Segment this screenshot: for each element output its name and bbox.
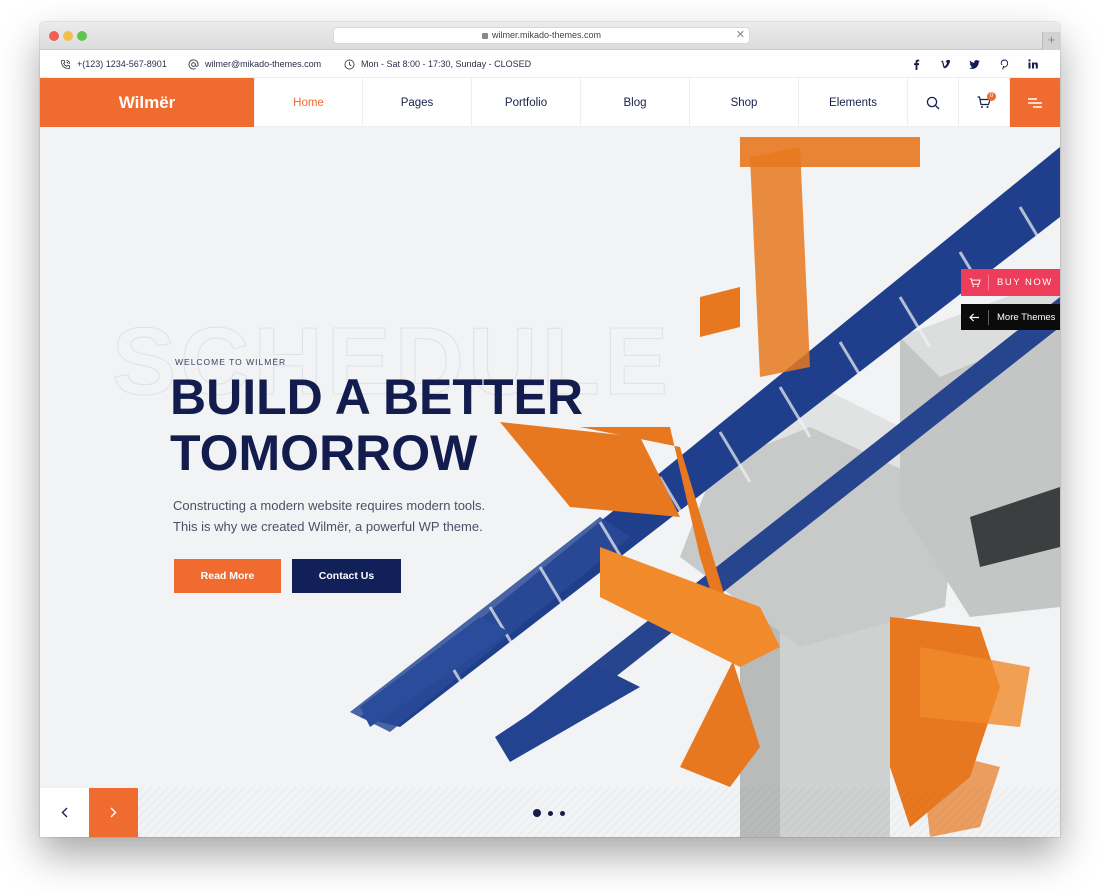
search-icon <box>926 96 940 109</box>
slide-dot-2[interactable] <box>548 810 553 816</box>
next-slide-button[interactable] <box>89 788 138 837</box>
description-line-2: This is why we created Wilmër, a powerfu… <box>173 519 483 534</box>
arrow-left-icon <box>961 309 989 325</box>
nav-item-pages[interactable]: Pages <box>363 78 472 127</box>
close-icon[interactable]: ✕ <box>736 28 745 43</box>
phone-number: +(123) 1234-567-8901 <box>77 59 167 69</box>
buy-now-button[interactable]: BUY NOW <box>961 269 1060 296</box>
previous-slide-button[interactable] <box>40 788 89 837</box>
twitter-icon[interactable] <box>967 50 981 78</box>
hero-eyebrow: WELCOME TO WILMËR <box>175 357 287 367</box>
main-navigation: Wilmër Home Pages Portfolio Blog Shop El… <box>40 78 1060 127</box>
hero-slider: SCHEDULE WELCOME TO WILMËR BUILD A BETTE… <box>40 127 1060 837</box>
contact-us-button[interactable]: Contact Us <box>292 559 401 593</box>
nav-item-portfolio[interactable]: Portfolio <box>472 78 581 127</box>
opening-hours: Mon - Sat 8:00 - 17:30, Sunday - CLOSED <box>361 59 532 69</box>
slide-pagination <box>533 809 565 817</box>
url-text: wilmer.mikado-themes.com <box>491 30 602 40</box>
headline-line-1: BUILD A BETTER <box>170 369 583 425</box>
facebook-icon[interactable] <box>909 50 923 78</box>
new-tab-button[interactable]: + <box>1042 32 1060 50</box>
buy-now-label: BUY NOW <box>997 277 1053 288</box>
nav-item-home[interactable]: Home <box>254 78 363 127</box>
top-info-bar: +(123) 1234-567-8901 wilmer@mikado-theme… <box>40 50 1060 78</box>
more-themes-button[interactable]: More Themes <box>961 304 1060 330</box>
pinterest-icon[interactable] <box>997 50 1011 78</box>
more-themes-label: More Themes <box>997 311 1056 323</box>
hero-description: Constructing a modern website requires m… <box>173 495 485 537</box>
email-address: wilmer@mikado-themes.com <box>205 59 322 69</box>
cart-count-badge: 0 <box>987 92 996 101</box>
lock-icon <box>481 33 488 39</box>
hours-info: Mon - Sat 8:00 - 17:30, Sunday - CLOSED <box>344 50 531 78</box>
cart-button[interactable]: 0 <box>959 78 1010 127</box>
close-window-button[interactable] <box>49 31 59 41</box>
browser-window: wilmer.mikado-themes.com ✕ + +(123) 1234… <box>40 22 1060 837</box>
menu-icon <box>1028 97 1042 108</box>
vimeo-icon[interactable] <box>938 50 952 78</box>
at-icon <box>188 58 199 70</box>
read-more-button[interactable]: Read More <box>174 559 281 593</box>
side-menu-button[interactable] <box>1010 78 1060 127</box>
phone-icon <box>60 59 71 70</box>
search-button[interactable] <box>908 78 959 127</box>
zoom-window-button[interactable] <box>77 31 87 41</box>
hero-headline: BUILD A BETTER TOMORROW <box>170 369 583 481</box>
slide-dot-1[interactable] <box>533 809 541 817</box>
cart-icon <box>961 275 989 290</box>
phone-info[interactable]: +(123) 1234-567-8901 <box>60 50 167 78</box>
email-info[interactable]: wilmer@mikado-themes.com <box>188 50 321 78</box>
minimize-window-button[interactable] <box>63 31 73 41</box>
address-bar[interactable]: wilmer.mikado-themes.com ✕ <box>333 27 750 44</box>
nav-item-elements[interactable]: Elements <box>799 78 908 127</box>
hero-construction-image <box>350 137 1060 837</box>
slide-dot-3[interactable] <box>560 810 565 816</box>
chevron-right-icon <box>110 807 117 818</box>
linkedin-icon[interactable] <box>1026 50 1040 78</box>
clock-icon <box>344 59 355 70</box>
chevron-left-icon <box>61 807 68 818</box>
description-line-1: Constructing a modern website requires m… <box>173 498 486 513</box>
nav-item-blog[interactable]: Blog <box>581 78 690 127</box>
browser-toolbar: wilmer.mikado-themes.com ✕ + <box>40 22 1060 50</box>
nav-item-shop[interactable]: Shop <box>690 78 799 127</box>
headline-line-2: TOMORROW <box>170 425 478 481</box>
site-logo[interactable]: Wilmër <box>40 78 254 127</box>
